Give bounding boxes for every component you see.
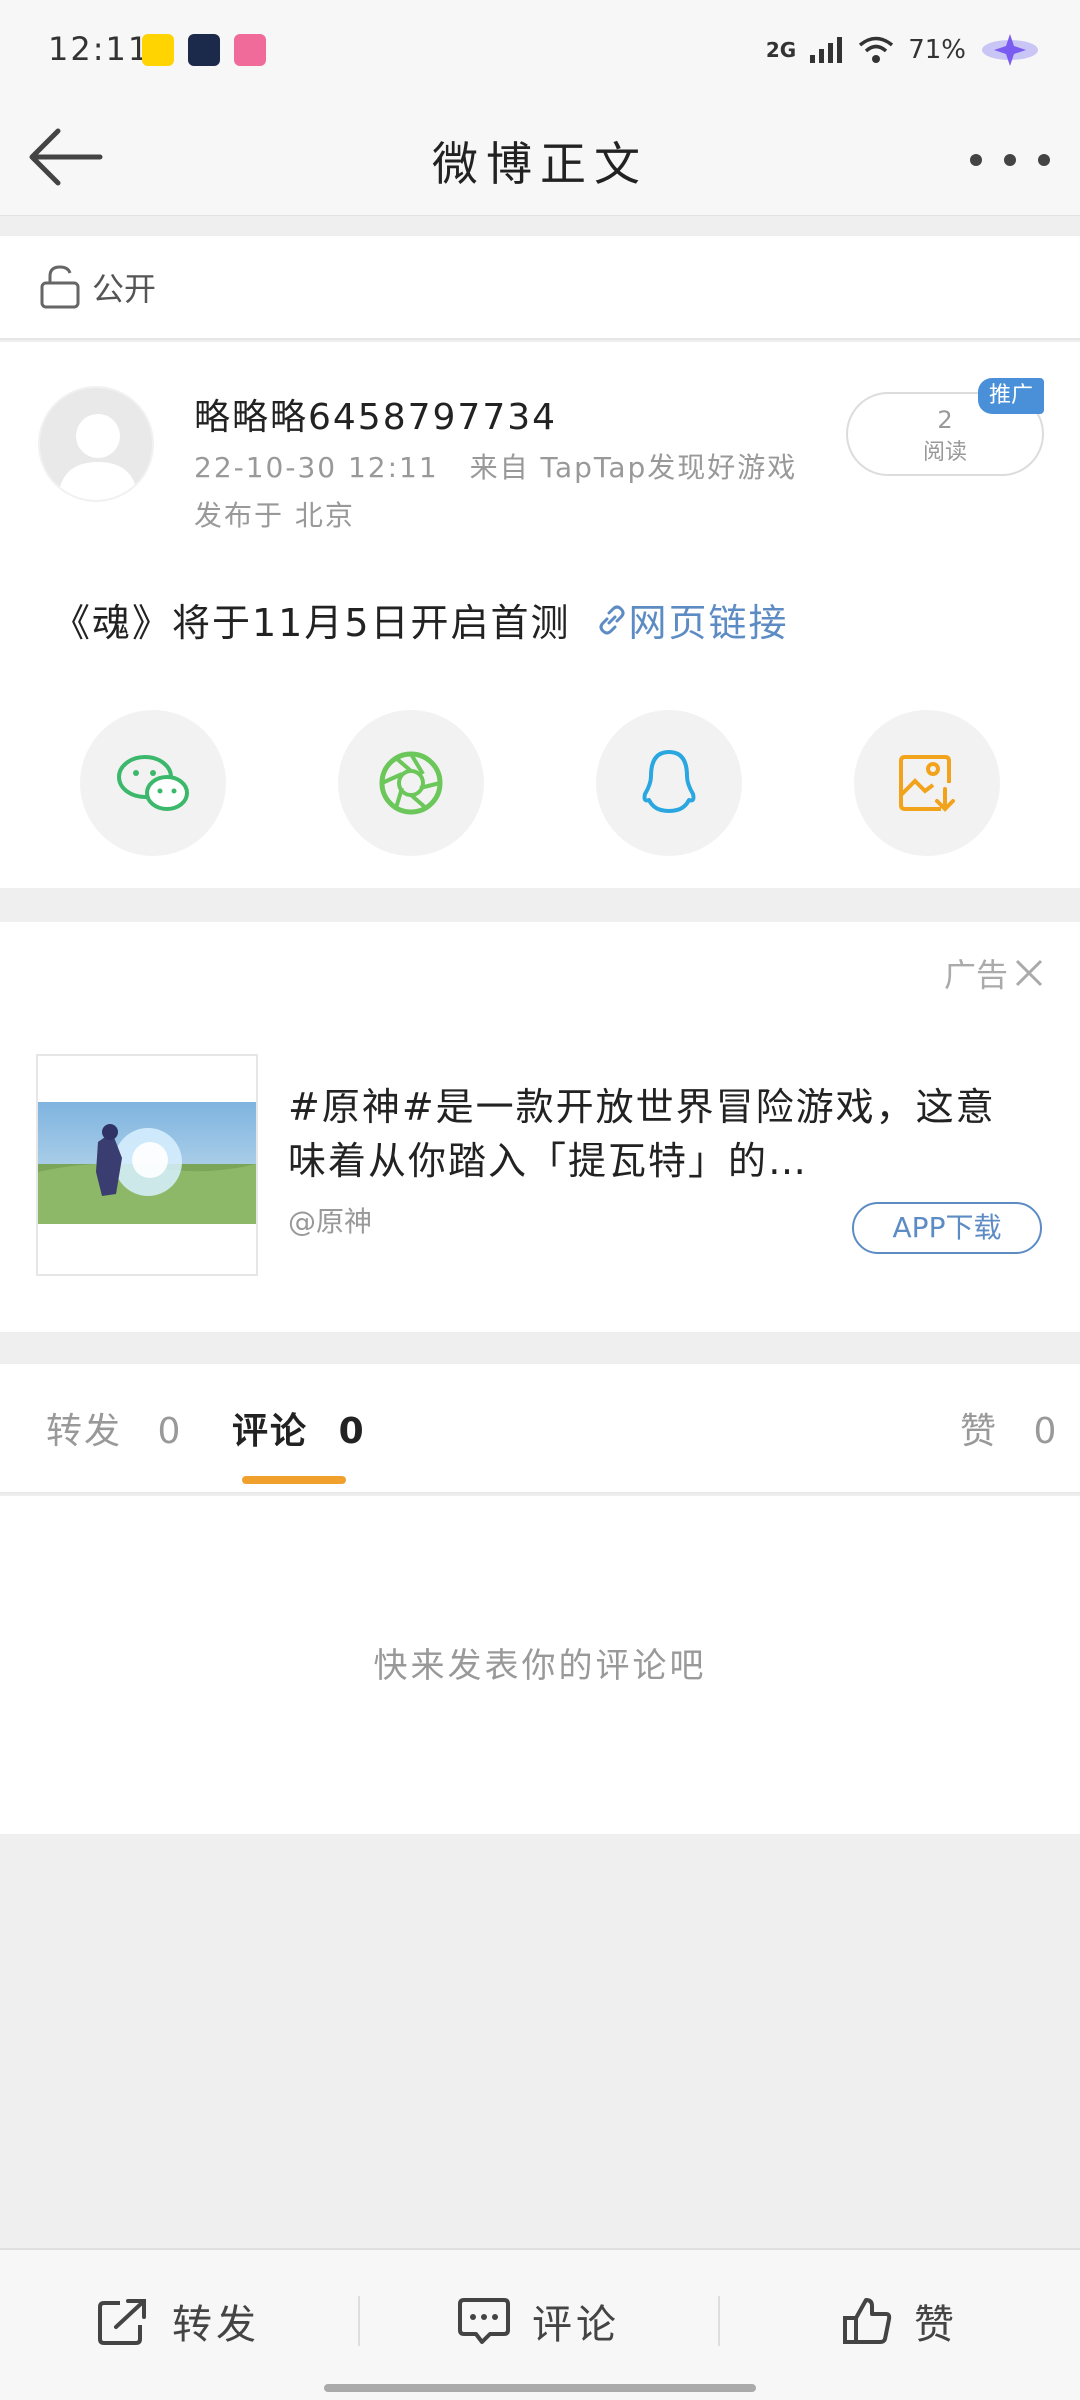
repost-button[interactable]: 转发 bbox=[0, 2250, 358, 2392]
dot bbox=[1038, 154, 1050, 166]
empty-message: 快来发表你的评论吧 bbox=[373, 1646, 707, 1686]
like-button[interactable]: 赞 bbox=[720, 2250, 1080, 2392]
game-screenshot-image bbox=[38, 1102, 256, 1224]
status-indicators: 2G 71% bbox=[766, 28, 1040, 72]
post-location: 发布于 北京 bbox=[194, 499, 355, 532]
network-type: 2G bbox=[765, 38, 797, 62]
post-source: 来自 TapTap发现好游戏 bbox=[469, 451, 798, 484]
username[interactable]: 略略略6458797734 bbox=[194, 388, 557, 440]
post-content: 《魂》将于11月5日开启首测 网页链接 bbox=[52, 592, 789, 647]
dot bbox=[970, 154, 982, 166]
save-image-icon bbox=[899, 755, 955, 812]
share-moments-button[interactable] bbox=[338, 710, 484, 856]
sparkle-icon bbox=[982, 34, 1038, 66]
post-card: 略略略6458797734 22-10-30 12:11 来自 TapTap发现… bbox=[0, 342, 1080, 888]
tab-count: 0 bbox=[338, 1411, 366, 1452]
tab-likes[interactable]: 赞 0 bbox=[960, 1402, 1058, 1454]
comments-empty-state: 快来发表你的评论吧 bbox=[0, 1496, 1080, 1834]
web-link-label: 网页链接 bbox=[628, 601, 789, 645]
tab-comments[interactable]: 评论 0 bbox=[232, 1402, 366, 1454]
status-time: 12:11 bbox=[48, 30, 151, 68]
app-download-button[interactable]: APP下载 bbox=[852, 1202, 1042, 1254]
yy-app-icon bbox=[142, 34, 174, 66]
bottom-action-bar: 转发 评论 赞 bbox=[0, 2248, 1080, 2400]
wifi-icon bbox=[859, 36, 894, 63]
repost-icon bbox=[98, 2299, 146, 2345]
status-bar: 12:11 2G 71% bbox=[0, 0, 1080, 100]
share-row bbox=[0, 710, 1080, 860]
bilibili-app-icon bbox=[234, 34, 266, 66]
tab-label: 转发 bbox=[46, 1411, 123, 1452]
visibility-label: 公开 bbox=[92, 270, 157, 308]
share-qq-button[interactable] bbox=[596, 710, 742, 856]
ad-thumbnail[interactable] bbox=[36, 1054, 258, 1276]
moments-icon bbox=[379, 751, 443, 815]
home-indicator[interactable] bbox=[324, 2384, 756, 2392]
active-tab-indicator bbox=[242, 1476, 346, 1484]
close-icon bbox=[1015, 959, 1043, 987]
post-meta: 22-10-30 12:11 来自 TapTap发现好游戏 bbox=[194, 446, 797, 486]
share-wechat-button[interactable] bbox=[80, 710, 226, 856]
thumbs-up-icon bbox=[843, 2298, 892, 2344]
save-image-button[interactable] bbox=[854, 710, 1000, 856]
repost-label: 转发 bbox=[172, 2302, 260, 2348]
top-navigation-bar: 微博正文 bbox=[0, 100, 1080, 216]
unlock-icon bbox=[40, 265, 80, 309]
dot bbox=[1004, 154, 1016, 166]
ad-description: #原神#是一款开放世界冒险游戏，这意味着从你踏入「提瓦特」的… bbox=[288, 1085, 996, 1183]
comment-icon bbox=[458, 2298, 510, 2344]
tab-label: 评论 bbox=[232, 1411, 309, 1452]
signal-icon bbox=[810, 37, 843, 63]
interaction-tabs: 转发 0 评论 0 赞 0 bbox=[0, 1364, 1080, 1494]
default-avatar-icon bbox=[58, 414, 138, 500]
link-icon bbox=[599, 605, 625, 634]
post-text: 《魂》将于11月5日开启首测 bbox=[52, 601, 571, 645]
comment-label: 评论 bbox=[532, 2302, 620, 2348]
web-link[interactable]: 网页链接 bbox=[595, 592, 789, 647]
read-label: 阅读 bbox=[922, 440, 967, 465]
more-options-button[interactable] bbox=[970, 130, 1050, 190]
wechat-icon bbox=[117, 755, 189, 811]
visibility-setting[interactable]: 公开 bbox=[0, 236, 1080, 340]
qq-icon bbox=[642, 750, 696, 813]
ad-close-button[interactable]: 广告 bbox=[944, 950, 1044, 996]
post-timestamp: 22-10-30 12:11 bbox=[194, 451, 439, 484]
tab-repost[interactable]: 转发 0 bbox=[46, 1402, 182, 1454]
ad-card[interactable]: 广告 #原神#是一款开放世界冒险游戏，这意味着从你踏入「提瓦特」的… @原神 A… bbox=[0, 922, 1080, 1332]
robot-app-icon bbox=[188, 34, 220, 66]
tab-label: 赞 bbox=[960, 1411, 999, 1452]
comment-button[interactable]: 评论 bbox=[360, 2250, 718, 2392]
tab-count: 0 bbox=[157, 1411, 183, 1452]
ad-label: 广告 bbox=[943, 956, 1008, 994]
page-title: 微博正文 bbox=[432, 137, 648, 191]
battery-level: 71% bbox=[908, 35, 966, 65]
avatar[interactable] bbox=[38, 386, 154, 502]
ad-source[interactable]: @原神 bbox=[288, 1200, 372, 1240]
tab-count: 0 bbox=[1033, 1411, 1059, 1452]
like-label: 赞 bbox=[914, 2302, 958, 2348]
promote-badge[interactable]: 推广 bbox=[978, 378, 1044, 414]
